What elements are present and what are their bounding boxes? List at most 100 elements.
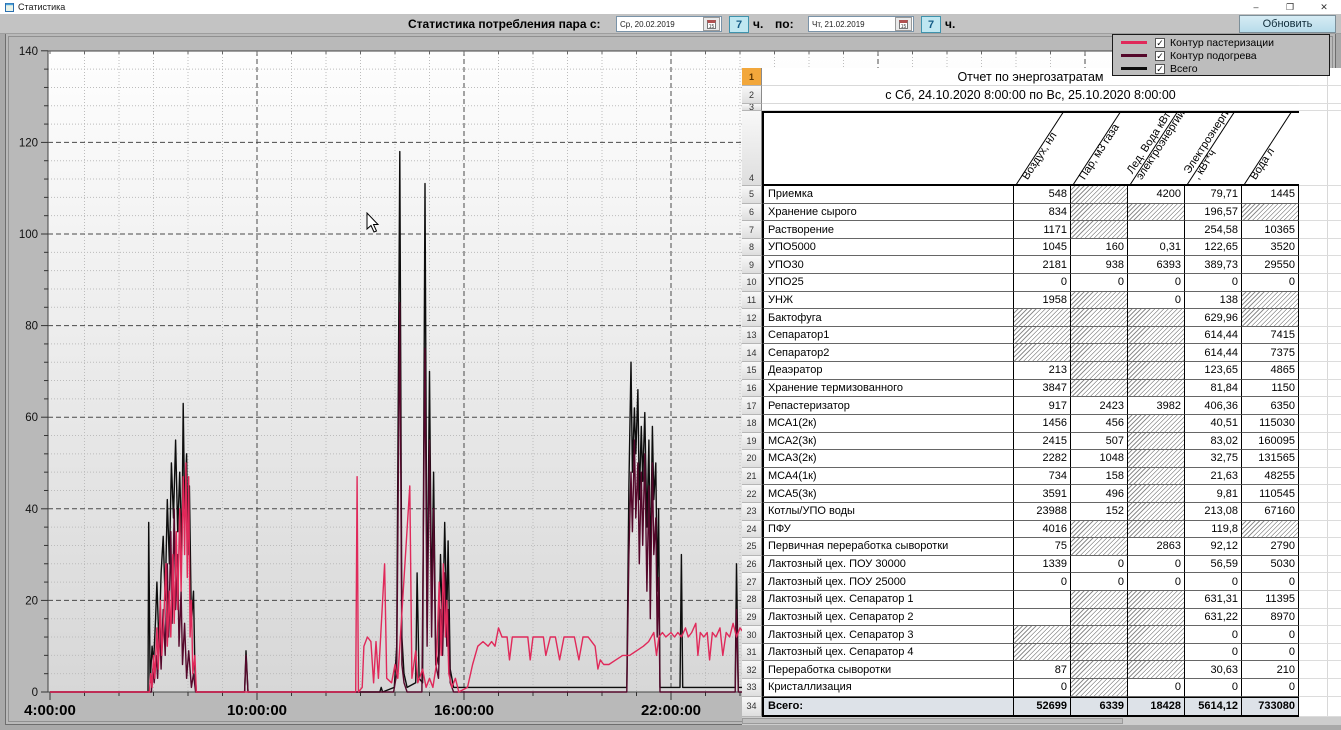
row-number[interactable]: 5 (742, 186, 762, 204)
value-cell: 734 (1014, 468, 1071, 486)
row-number[interactable]: 4 (742, 111, 762, 186)
calendar-icon: 15 (899, 20, 908, 29)
value-cell (1071, 344, 1128, 362)
date-to-value[interactable]: Чт, 21.02.2019 (809, 20, 895, 29)
row-number[interactable]: 20 (742, 450, 762, 468)
value-cell: 81,84 (1185, 380, 1242, 398)
row-label: Лактозный цех. Сепаратор 4 (762, 644, 1014, 662)
legend-item: ✓Всего (1113, 62, 1329, 75)
row-number[interactable]: 17 (742, 397, 762, 415)
row-number[interactable]: 21 (742, 468, 762, 486)
calendar-to-button[interactable]: 15 (895, 17, 912, 31)
row-number[interactable]: 32 (742, 661, 762, 679)
row-number[interactable]: 30 (742, 626, 762, 644)
row-number[interactable]: 31 (742, 644, 762, 662)
row-number[interactable]: 23 (742, 503, 762, 521)
value-cell (1128, 362, 1185, 380)
value-cell: 0 (1242, 573, 1299, 591)
empty-cells (1299, 433, 1341, 451)
empty-cells (1299, 573, 1341, 591)
legend-checkbox[interactable]: ✓ (1155, 38, 1165, 48)
row-number[interactable]: 9 (742, 256, 762, 274)
value-cell (1014, 591, 1071, 609)
row-number[interactable]: 12 (742, 309, 762, 327)
row-number[interactable]: 1 (742, 68, 762, 86)
legend-checkbox[interactable]: ✓ (1155, 51, 1165, 61)
table-row: 21МСА4(1к)73415821,6348255 (742, 468, 1341, 486)
row-number[interactable]: 26 (742, 556, 762, 574)
empty-cells (1299, 415, 1341, 433)
refresh-button[interactable]: Обновить (1239, 15, 1336, 33)
window-title: Статистика (18, 2, 65, 12)
scrollbar-thumb[interactable] (742, 718, 1123, 724)
restore-button[interactable]: ❐ (1273, 0, 1307, 14)
value-cell: 614,44 (1185, 344, 1242, 362)
row-number[interactable]: 15 (742, 362, 762, 380)
value-cell: 0 (1071, 556, 1128, 574)
row-number[interactable]: 18 (742, 415, 762, 433)
value-cell: 158 (1071, 468, 1128, 486)
empty-cells (1299, 450, 1341, 468)
value-cell (1128, 221, 1185, 239)
value-cell (1128, 309, 1185, 327)
value-cell: 917 (1014, 397, 1071, 415)
row-number[interactable]: 7 (742, 221, 762, 239)
row-number[interactable]: 8 (742, 239, 762, 257)
row-number[interactable]: 6 (742, 204, 762, 222)
table-row: 10УПО2500000 (742, 274, 1341, 292)
date-to-field[interactable]: Чт, 21.02.2019 15 (808, 16, 914, 32)
row-number[interactable]: 24 (742, 521, 762, 539)
hour-from-input[interactable]: 7 (729, 16, 749, 33)
row-number[interactable]: 13 (742, 327, 762, 345)
row-number[interactable]: 19 (742, 433, 762, 451)
row-number[interactable]: 10 (742, 274, 762, 292)
row-number[interactable]: 14 (742, 344, 762, 362)
row-number[interactable]: 29 (742, 609, 762, 627)
empty-cells (1299, 274, 1341, 292)
hour-to-unit: ч. (945, 17, 955, 31)
row-label: Приемка (762, 186, 1014, 204)
date-from-value[interactable]: Ср, 20.02.2019 (617, 20, 703, 29)
row-number[interactable]: 2 (742, 86, 762, 104)
y-axis-tick-label: 60 (25, 412, 38, 424)
hour-to-input[interactable]: 7 (921, 16, 941, 33)
row-label: УПО5000 (762, 239, 1014, 257)
row-number[interactable]: 3 (742, 104, 762, 111)
row-number[interactable]: 27 (742, 573, 762, 591)
calendar-from-button[interactable]: 15 (703, 17, 720, 31)
empty-cells (1299, 538, 1341, 556)
value-cell: 2423 (1071, 397, 1128, 415)
table-row: 16Хранение термизованного384781,841150 (742, 380, 1341, 398)
hour-from-unit: ч. (753, 17, 763, 31)
row-label: УНЖ (762, 292, 1014, 310)
y-axis-tick-label: 0 (32, 687, 38, 699)
legend-checkbox[interactable]: ✓ (1155, 64, 1165, 74)
value-cell (1071, 380, 1128, 398)
empty-cells (1299, 679, 1341, 697)
value-cell: 196,57 (1185, 204, 1242, 222)
row-label: Лактозный цех. Сепаратор 3 (762, 626, 1014, 644)
close-button[interactable]: ✕ (1307, 0, 1341, 14)
row-number[interactable]: 22 (742, 485, 762, 503)
value-cell (1128, 468, 1185, 486)
row-number[interactable]: 11 (742, 292, 762, 310)
app-icon (5, 3, 14, 12)
row-number[interactable]: 34 (742, 697, 762, 717)
empty-cells (1299, 221, 1341, 239)
value-cell: 2415 (1014, 433, 1071, 451)
table-row: 27Лактозный цех. ПОУ 2500000000 (742, 573, 1341, 591)
row-label: Сепаратор2 (762, 344, 1014, 362)
row-number[interactable]: 25 (742, 538, 762, 556)
table-row: 14Сепаратор2614,447375 (742, 344, 1341, 362)
value-cell: 0 (1128, 679, 1185, 697)
row-number[interactable]: 16 (742, 380, 762, 398)
row-number[interactable]: 33 (742, 679, 762, 697)
energy-report-table: 1Отчет по энергозатратам2с Сб, 24.10.202… (742, 68, 1341, 717)
value-cell (1128, 327, 1185, 345)
row-number[interactable]: 28 (742, 591, 762, 609)
value-cell (1128, 661, 1185, 679)
date-from-field[interactable]: Ср, 20.02.2019 15 (616, 16, 722, 32)
report-horizontal-scrollbar[interactable] (742, 717, 1341, 725)
minimize-button[interactable]: – (1239, 0, 1273, 14)
empty-cells (1299, 309, 1341, 327)
